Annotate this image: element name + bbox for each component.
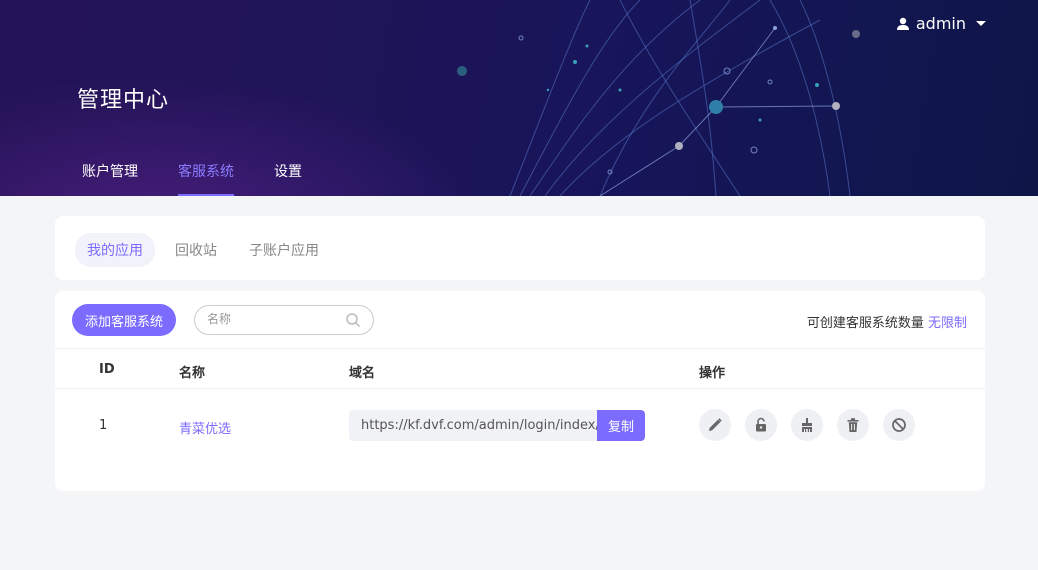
nav-item-account[interactable]: 账户管理 [82,161,138,196]
disable-button[interactable] [883,409,915,441]
domain-url: https://kf.dvf.com/admin/login/index/b [361,418,597,433]
subtab-my-apps[interactable]: 我的应用 [75,233,155,267]
subtab-card: 我的应用 回收站 子账户应用 [55,216,985,280]
column-header-actions: 操作 [699,366,726,381]
domain-field: https://kf.dvf.com/admin/login/index/b 复… [349,410,645,441]
nav-item-customer-service[interactable]: 客服系统 [178,161,234,196]
column-header-id: ID [99,362,115,377]
table-row: 1 青菜优选 https://kf.dvf.com/admin/login/in… [55,389,985,467]
subtab-recycle-bin[interactable]: 回收站 [163,233,229,267]
row-id: 1 [99,418,108,433]
row-name-link[interactable]: 青菜优选 [179,418,231,437]
column-header-name: 名称 [179,366,206,381]
search-icon[interactable] [345,312,361,328]
subtabs: 我的应用 回收站 子账户应用 [75,233,331,267]
quota-value: 无限制 [927,316,967,331]
chevron-down-icon [976,21,986,26]
copy-button[interactable]: 复制 [597,410,645,441]
search-box [194,305,374,335]
row-actions [699,409,915,441]
edit-button[interactable] [699,409,731,441]
delete-button[interactable] [837,409,869,441]
column-header-domain: 域名 [349,366,376,381]
add-system-button[interactable]: 添加客服系统 [72,304,176,336]
header-banner: admin 管理中心 账户管理 客服系统 设置 [0,0,1038,196]
clear-button[interactable] [791,409,823,441]
edit-icon [709,418,722,431]
quota-label: 可创建客服系统数量 [806,316,924,331]
user-menu[interactable]: admin [896,14,986,33]
user-name: admin [915,14,966,33]
disable-icon [892,418,906,432]
main-nav: 账户管理 客服系统 设置 [82,161,342,196]
search-input[interactable] [207,312,337,326]
page-title: 管理中心 [77,88,170,113]
nav-item-settings[interactable]: 设置 [274,161,302,196]
unlock-icon [756,417,766,432]
table-header: ID 名称 域名 操作 [55,348,985,389]
trash-icon [847,418,859,432]
quota-info: 可创建客服系统数量 无限制 [807,312,967,331]
brush-icon [802,418,812,432]
user-icon [896,17,909,30]
app-list-card: 添加客服系统 可创建客服系统数量 无限制 ID 名称 域名 操作 1 青菜优选 … [55,291,985,491]
unlock-button[interactable] [745,409,777,441]
subtab-sub-account-apps[interactable]: 子账户应用 [237,233,331,267]
